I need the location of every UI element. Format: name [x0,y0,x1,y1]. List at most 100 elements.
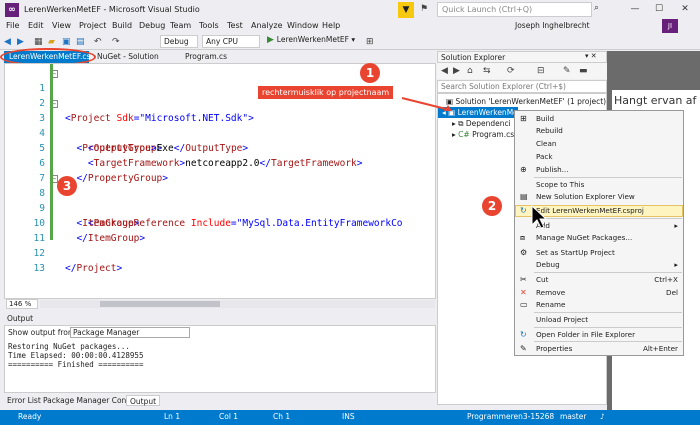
maximize-button[interactable]: ☐ [650,2,668,16]
annotation-arrow-icon [401,97,452,111]
wrench-icon: ✎ [520,344,527,353]
menu-item-set-startup[interactable]: ⚙ Set as StartUp Project [514,247,684,259]
menu-item-publish[interactable]: ⊕ Publish... [514,164,684,176]
output-line: Restoring NuGet packages... [8,342,130,351]
sync-icon[interactable]: ⇆ [483,64,491,78]
platform-select[interactable]: Any CPU [202,35,260,48]
menu-item-clean[interactable]: Clean [514,138,684,150]
menu-test[interactable]: Test [227,21,243,30]
menu-view[interactable]: View [52,21,71,30]
settings-icon: ⚙ [520,248,528,257]
tab-nuget-solution[interactable]: NuGet - Solution [92,51,164,63]
menu-item-manage-nuget[interactable]: ⧈ Manage NuGet Packages... [514,232,684,244]
annotation-label: rechtermuisklik op projectnaam [258,86,394,99]
pin-icon[interactable]: ▾ ✕ [585,52,597,60]
solution-explorer-title: Solution Explorer [437,51,607,63]
menu-item-scope-to-this[interactable]: Scope to This [514,179,684,191]
output-source-label: Show output from: [8,328,78,337]
tab-output[interactable]: Output [126,395,161,406]
menu-item-build[interactable]: ⊞ Build [514,113,684,125]
menu-project[interactable]: Project [79,21,106,30]
menu-tools[interactable]: Tools [199,21,219,30]
status-repo[interactable]: Programmeren3-15268 [467,412,554,421]
preview-icon[interactable]: ▬ [579,64,588,78]
menu-build[interactable]: Build [112,21,132,30]
menu-item-open-folder[interactable]: ↻ Open Folder in File Explorer [514,329,684,341]
menu-edit[interactable]: Edit [28,21,44,30]
tab-program-cs[interactable]: Program.cs [180,51,232,63]
menu-window[interactable]: Window [287,21,319,30]
code-line: 13 [5,246,435,274]
forward-icon[interactable]: ▶ [17,35,24,49]
status-char: Ch 1 [273,412,291,421]
solution-explorer-search-input[interactable]: Search Solution Explorer (Ctrl+$) [437,80,607,93]
play-icon: ▶ [267,35,277,45]
line-number: 13 [33,263,45,274]
build-icon: ⊞ [520,114,527,123]
menu-debug[interactable]: Debug [139,21,165,30]
menu-item-rename[interactable]: ▭ Rename [514,299,684,311]
code-line: 5 <TargetFramework>netcoreapp2.0</Target… [5,126,435,169]
save-icon[interactable]: ▣ [62,35,71,49]
user-name[interactable]: Joseph Inghelbrecht [515,21,590,30]
menu-separator [534,312,682,313]
edit-icon: ↻ [520,206,527,215]
search-icon[interactable]: ⌕ [594,3,599,13]
menu-analyze[interactable]: Analyze [251,21,283,30]
refresh-icon[interactable]: ⟳ [507,64,515,78]
menu-team[interactable]: Team [170,21,191,30]
open-file-icon[interactable]: ▰ [48,35,55,49]
scrollbar-thumb[interactable] [100,301,220,307]
quick-launch-input[interactable]: Quick Launch (Ctrl+Q) [437,2,592,17]
collapse-icon[interactable]: ⊟ [537,64,545,78]
visual-studio-logo-icon: ∞ [5,3,19,17]
back-icon[interactable]: ◀ [4,35,11,49]
toolbar-extra-icon[interactable]: ⊞ [366,35,374,49]
undo-icon[interactable]: ↶ [94,35,102,49]
menu-item-remove[interactable]: ✕ Remove Del [514,287,684,299]
program-node[interactable]: ▸ C# Program.cs [452,129,514,140]
start-button[interactable]: ▶ LerenWerkenMetEF ▾ [267,35,355,45]
menu-file[interactable]: File [6,21,19,30]
new-project-icon[interactable]: ▦ [34,35,43,49]
menu-item-new-view[interactable]: ▤ New Solution Explorer View [514,191,684,203]
filter-icon[interactable]: ▼ [398,2,414,18]
solution-node[interactable]: ▣ Solution 'LerenWerkenMetEF' (1 project… [446,96,606,107]
configuration-select[interactable]: Debug [160,35,198,48]
menu-item-unload[interactable]: Unload Project [514,314,684,326]
home-icon[interactable]: ⌂ [467,64,473,78]
menu-help[interactable]: Help [322,21,340,30]
window-title: LerenWerkenMetEF - Microsoft Visual Stud… [24,5,200,14]
menu-item-rebuild[interactable]: Rebuild [514,125,684,137]
code-line: 4 <OutputType>Exe</OutputType> [5,111,435,154]
start-target-label: LerenWerkenMetEF [276,35,349,44]
close-button[interactable]: ✕ [676,2,694,16]
forward-icon[interactable]: ▶ [453,64,460,78]
dependencies-node[interactable]: ▸ ⧉ Dependenci [452,118,511,129]
publish-icon: ⊕ [520,165,527,174]
save-all-icon[interactable]: ▤ [76,35,85,49]
folder-icon: ↻ [520,330,527,339]
back-icon[interactable]: ◀ [441,64,448,78]
code-line: 12 </Project> [5,231,435,274]
avatar[interactable]: JI [662,19,678,33]
menu-item-cut[interactable]: ✂ Cut Ctrl+X [514,274,684,286]
status-ins: INS [342,412,355,421]
project-label: LerenWerkenMet [457,108,521,117]
rename-icon: ▭ [520,300,528,309]
zoom-select[interactable]: 146 % [6,299,38,309]
code-token: Project [76,263,117,274]
remove-icon: ✕ [520,288,527,297]
feedback-flag-icon[interactable]: ⚑ [420,4,428,14]
menu-item-pack[interactable]: Pack [514,151,684,163]
change-indicator [50,64,53,240]
status-branch[interactable]: master [560,412,586,421]
menu-item-properties[interactable]: ✎ Properties Alt+Enter [514,343,684,355]
bell-icon[interactable]: ♪ [600,412,605,421]
redo-icon[interactable]: ↷ [112,35,120,49]
properties-icon[interactable]: ✎ [563,64,571,78]
menu-item-debug[interactable]: Debug ▸ [514,259,684,271]
tab-error-list[interactable]: Error List [4,395,44,406]
output-source-select[interactable]: Package Manager [70,327,190,338]
minimize-button[interactable]: — [626,2,644,16]
